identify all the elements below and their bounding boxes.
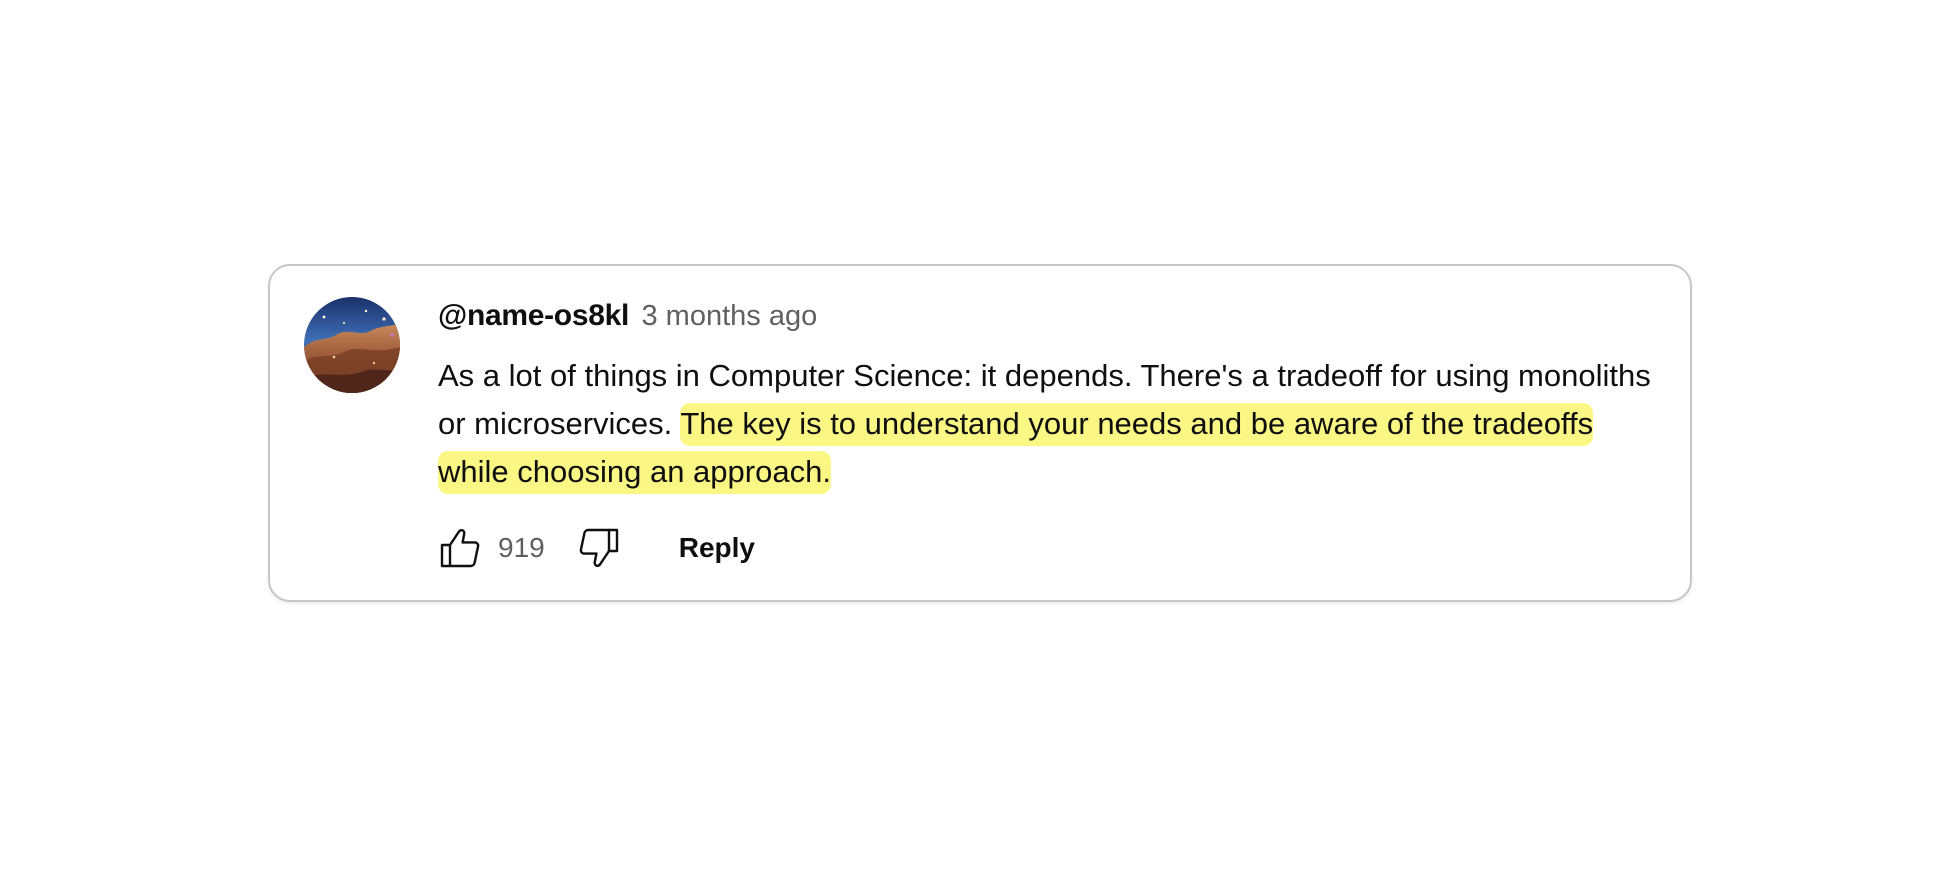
thumbs-up-icon (440, 528, 480, 568)
comment-toolbar: 919 Reply (434, 522, 755, 574)
avatar[interactable] (304, 297, 400, 393)
comment-text: As a lot of things in Computer Science: … (438, 352, 1658, 496)
reply-button[interactable]: Reply (679, 532, 755, 564)
like-button[interactable] (434, 522, 486, 574)
nebula-avatar-icon (304, 297, 400, 393)
comment-header: @name-os8kl 3 months ago (438, 299, 817, 333)
thumbs-down-icon (579, 528, 618, 568)
like-count: 919 (498, 532, 545, 563)
comment-card: @name-os8kl 3 months ago As a lot of thi… (268, 264, 1692, 602)
dislike-button[interactable] (573, 522, 625, 574)
comment-timestamp[interactable]: 3 months ago (641, 300, 817, 332)
author-name[interactable]: @name-os8kl (438, 299, 629, 332)
